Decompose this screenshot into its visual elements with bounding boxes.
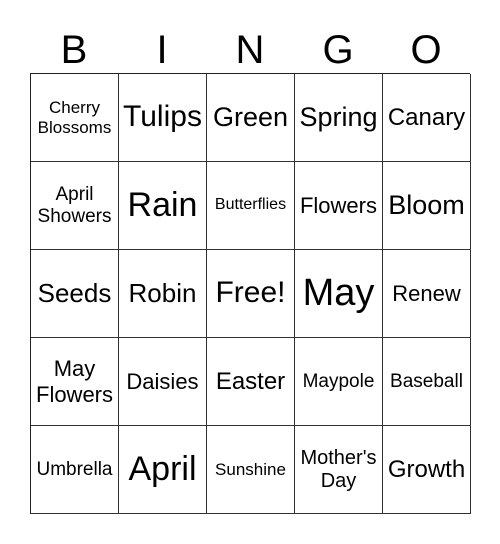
header-letter-g: G (322, 28, 354, 72)
bingo-cell[interactable]: Maypole (295, 338, 383, 426)
bingo-cell[interactable]: Tulips (119, 74, 207, 162)
bingo-cell[interactable]: Seeds (31, 250, 119, 338)
bingo-cell[interactable]: Robin (119, 250, 207, 338)
header-letter-i: I (156, 28, 168, 72)
bingo-cell[interactable]: Bloom (383, 162, 471, 250)
bingo-cell[interactable]: Umbrella (31, 426, 119, 514)
bingo-cell[interactable]: Green (207, 74, 295, 162)
bingo-cell[interactable]: Spring (295, 74, 383, 162)
bingo-cell[interactable]: Mother's Day (295, 426, 383, 514)
free-space-cell[interactable]: Free! (207, 250, 295, 338)
bingo-cell[interactable]: Flowers (295, 162, 383, 250)
bingo-cell[interactable]: Butterflies (207, 162, 295, 250)
header-letter-n: N (235, 28, 265, 72)
bingo-cell[interactable]: Growth (383, 426, 471, 514)
header-letter-o: O (410, 28, 442, 72)
bingo-cell[interactable]: Renew (383, 250, 471, 338)
bingo-cell[interactable]: Daisies (119, 338, 207, 426)
bingo-cell[interactable]: Easter (207, 338, 295, 426)
bingo-cell[interactable]: Baseball (383, 338, 471, 426)
bingo-cell[interactable]: April (119, 426, 207, 514)
bingo-cell[interactable]: May Flowers (31, 338, 119, 426)
bingo-header: B I N G O (30, 28, 470, 72)
bingo-cell[interactable]: April Showers (31, 162, 119, 250)
bingo-cell[interactable]: Rain (119, 162, 207, 250)
bingo-cell[interactable]: Sunshine (207, 426, 295, 514)
header-letter-b: B (60, 28, 88, 72)
bingo-cell[interactable]: Cherry Blossoms (31, 74, 119, 162)
bingo-cell[interactable]: May (295, 250, 383, 338)
bingo-cell[interactable]: Canary (383, 74, 471, 162)
bingo-card-grid: Cherry Blossoms Tulips Green Spring Cana… (30, 73, 471, 514)
